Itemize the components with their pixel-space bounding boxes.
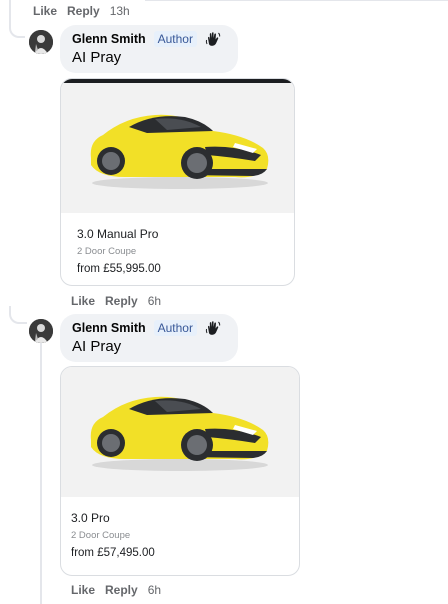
thread-connector bbox=[9, 22, 25, 38]
reply-button[interactable]: Reply bbox=[105, 583, 138, 597]
comment-actions: Like Reply 6h bbox=[71, 294, 161, 308]
thread-connector bbox=[9, 306, 27, 324]
author-badge: Author bbox=[153, 320, 197, 336]
card-model: 3.0 Pro bbox=[71, 511, 110, 525]
car-image bbox=[61, 83, 294, 213]
author-name[interactable]: Glenn Smith bbox=[72, 321, 146, 335]
divider bbox=[145, 0, 448, 1]
avatar[interactable] bbox=[29, 319, 53, 343]
avatar[interactable] bbox=[29, 30, 53, 54]
reply-button[interactable]: Reply bbox=[67, 4, 100, 18]
link-preview-card[interactable]: 3.0 Manual Pro 2 Door Coupe from £55,995… bbox=[60, 78, 295, 286]
car-image bbox=[61, 367, 299, 497]
timestamp: 6h bbox=[147, 294, 162, 308]
wave-icon bbox=[205, 320, 221, 336]
car-icon bbox=[90, 396, 269, 471]
card-price: from £57,495.00 bbox=[71, 547, 155, 559]
wave-icon bbox=[205, 31, 221, 47]
comment-bubble: Glenn Smith Author AI Pray bbox=[60, 25, 238, 73]
timestamp: 13h bbox=[109, 4, 130, 18]
thread-line bbox=[9, 0, 11, 22]
like-button[interactable]: Like bbox=[71, 294, 95, 308]
author-name[interactable]: Glenn Smith bbox=[72, 32, 146, 46]
comment-bubble: Glenn Smith Author AI Pray bbox=[60, 314, 238, 362]
card-body-type: 2 Door Coupe bbox=[77, 246, 137, 257]
card-body-type: 2 Door Coupe bbox=[71, 530, 131, 541]
card-price: from £55,995.00 bbox=[77, 263, 161, 275]
card-model: 3.0 Manual Pro bbox=[77, 227, 159, 241]
timestamp: 6h bbox=[147, 583, 162, 597]
like-button[interactable]: Like bbox=[33, 4, 57, 18]
author-badge: Author bbox=[153, 31, 197, 47]
thread-line bbox=[40, 320, 42, 604]
link-preview-card[interactable]: 3.0 Pro 2 Door Coupe from £57,495.00 bbox=[60, 366, 300, 576]
comment-text: AI Pray bbox=[72, 338, 122, 355]
comment-text: AI Pray bbox=[72, 49, 122, 66]
comment-actions: Like Reply 6h bbox=[71, 583, 161, 597]
like-button[interactable]: Like bbox=[71, 583, 95, 597]
comment-actions: Like Reply 13h bbox=[33, 4, 130, 18]
reply-button[interactable]: Reply bbox=[105, 294, 138, 308]
car-icon bbox=[90, 114, 269, 189]
